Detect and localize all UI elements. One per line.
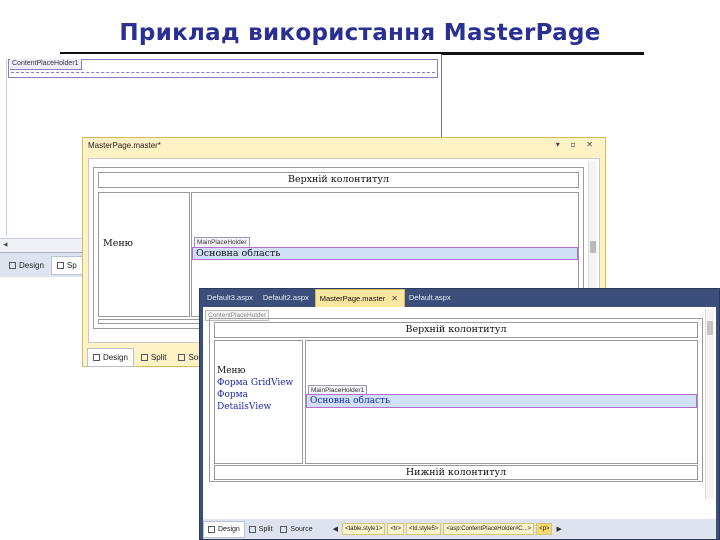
tab-split[interactable]: Split xyxy=(245,522,277,537)
breadcrumb-item[interactable]: <td.style5> xyxy=(406,523,442,535)
design-icon xyxy=(93,354,100,361)
vertical-scrollbar[interactable] xyxy=(705,309,714,499)
tab-masterpage[interactable]: MasterPage.master ✕ xyxy=(314,289,405,307)
breadcrumb-item[interactable]: <table.style1> xyxy=(342,523,386,535)
breadcrumb-left-icon[interactable]: ◀ xyxy=(331,525,340,533)
content-placeholder[interactable]: ContentPlaceHolder1 xyxy=(8,59,438,78)
tab-default[interactable]: Default.aspx xyxy=(405,289,457,307)
breadcrumb-right-icon[interactable]: ▶ xyxy=(554,525,563,533)
slide-title: Приклад використання MasterPage xyxy=(119,20,601,46)
design-surface-edge xyxy=(6,58,7,236)
design-icon xyxy=(9,262,16,269)
breadcrumb-item[interactable]: <tr> xyxy=(387,523,405,535)
split-icon xyxy=(56,262,64,269)
breadcrumb-item-current[interactable]: <p> xyxy=(536,523,553,535)
editor-window-front: Default3.aspx Default2.aspx MasterPage.m… xyxy=(199,288,720,540)
tab-split[interactable]: Split xyxy=(136,349,172,366)
tab-design[interactable]: Design xyxy=(203,520,245,538)
main-area[interactable]: Основна область xyxy=(192,247,578,260)
tab-design[interactable]: Design xyxy=(87,348,134,367)
window-title: MasterPage.master* xyxy=(88,141,161,150)
footer-cell: Нижній колонтитул xyxy=(214,465,698,480)
window-titlebar[interactable]: MasterPage.master* ▾ ▫ ✕ xyxy=(83,138,605,156)
menu-label: Меню xyxy=(217,366,246,376)
source-icon xyxy=(178,354,186,361)
scroll-thumb[interactable] xyxy=(707,321,713,335)
split-icon xyxy=(248,525,256,533)
tab-split[interactable]: Sp xyxy=(50,256,83,275)
window-controls[interactable]: ▾ ▫ ✕ xyxy=(556,140,597,149)
menu-label: Меню xyxy=(103,238,133,249)
split-icon xyxy=(140,354,148,361)
menu-cell: Меню Форма GridView Форма DetailsView xyxy=(214,340,303,464)
close-tab-icon[interactable]: ✕ xyxy=(391,294,398,303)
header-cell: Верхній колонтитул xyxy=(98,172,579,188)
main-area[interactable]: Основна область xyxy=(306,394,697,408)
content-placeholder-label: ContentPlaceHolder1 xyxy=(10,59,82,70)
design-canvas: ContentPlaceHolder Верхній колонтитул Ме… xyxy=(203,307,716,519)
breadcrumb-item[interactable]: <asp:ContentPlaceHolder#C...> xyxy=(443,523,535,535)
tab-design[interactable]: Design xyxy=(4,257,49,274)
header-cell: Верхній колонтитул xyxy=(214,322,698,338)
main-cell: MainPlaceHolder1 Основна область xyxy=(305,340,698,464)
tab-source[interactable]: Source xyxy=(276,522,316,537)
placeholder-dashed-line xyxy=(11,72,435,73)
design-icon xyxy=(208,525,215,533)
source-icon xyxy=(280,525,288,533)
scroll-thumb[interactable] xyxy=(590,241,596,253)
document-tabs: Default3.aspx Default2.aspx MasterPage.m… xyxy=(200,289,720,307)
menu-link-detailsview[interactable]: Форма DetailsView xyxy=(217,389,302,413)
menu-link-gridview[interactable]: Форма GridView xyxy=(217,377,302,389)
tab-default3[interactable]: Default3.aspx xyxy=(203,289,259,307)
menu-cell: Меню xyxy=(98,192,190,317)
layout-table: Верхній колонтитул Меню Форма GridView Ф… xyxy=(209,318,703,482)
scroll-left-icon[interactable]: ◂ xyxy=(3,240,8,250)
tab-default2[interactable]: Default2.aspx xyxy=(259,289,315,307)
tag-breadcrumb: ◀ <table.style1> <tr> <td.style5> <asp:C… xyxy=(331,523,564,535)
view-tabs-bar: Design Split Source ◀ <table.style1> <tr… xyxy=(203,519,716,539)
